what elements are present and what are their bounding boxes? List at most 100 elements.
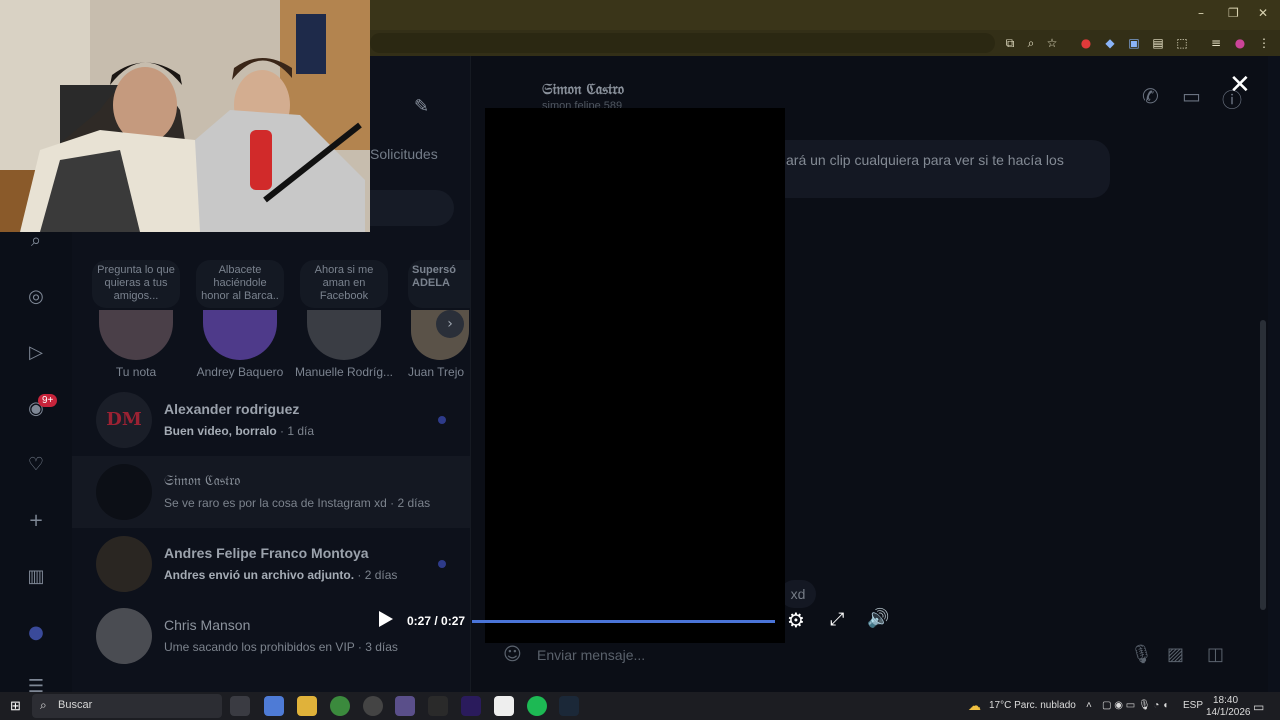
taskbar-search[interactable]: ⌕ Buscar [32, 694, 222, 718]
steam-icon[interactable] [559, 696, 579, 716]
weather-icon: ☁ [968, 698, 981, 713]
search-icon[interactable]: ⌕ [24, 230, 48, 254]
conversation-item[interactable]: 𝔖𝔦𝔪𝔬𝔫 ℭ𝔞𝔰𝔱𝔯𝔬 Se ve raro es por la cosa d… [72, 456, 470, 528]
video-call-icon[interactable]: ▭ [1182, 84, 1201, 108]
preview-text: Buen video, borralo [164, 424, 277, 438]
message-bubble: ará un clip cualquiera para ver si te ha… [760, 140, 1110, 198]
minimize-button[interactable]: – [1198, 6, 1204, 20]
note-text: Pregunta lo que quieras a tus amigos... [92, 260, 180, 308]
sticker-icon[interactable]: ◫ [1207, 644, 1224, 665]
plus-icon[interactable]: + [24, 510, 48, 534]
screen: – ❐ ✕ ⧉ ⌕ ☆ ● ◆ ▣ ▤ ⬚ ≡ ● ⋮ ⌕ ◎ ▷ ◉ ♡ + … [0, 0, 1280, 720]
webcam-overlay [0, 0, 370, 232]
obs-icon[interactable] [363, 696, 383, 716]
tray-icons[interactable]: ▢ ◉ ▭ 🎙 ◔ ◖ [1102, 700, 1168, 711]
preview-time: · 3 días [357, 640, 398, 654]
weather-text[interactable]: 17°C Parc. nublado [989, 700, 1076, 711]
story-name: Manuelle Rodríg... [294, 365, 394, 379]
note-bubble[interactable]: Pregunta lo que quieras a tus amigos... [92, 260, 180, 310]
note-text: Ahora si me aman en Facebook [300, 260, 388, 308]
settings-gear-icon[interactable]: ⚙ [787, 608, 805, 632]
copilot-icon[interactable] [264, 696, 284, 716]
fullscreen-icon[interactable]: ⤢ [830, 609, 844, 630]
note-bubble[interactable]: Supersó ADELA [408, 260, 470, 310]
language-indicator[interactable]: ESP [1183, 700, 1203, 711]
emoji-icon[interactable]: ☺ [503, 644, 522, 665]
note-text: Supersó ADELA [408, 260, 470, 308]
profile-avatar[interactable]: ● [24, 622, 48, 646]
extension-icon[interactable]: ◆ [1102, 35, 1118, 51]
reels-icon[interactable]: ▷ [24, 342, 48, 366]
chevron-right-icon[interactable]: › [436, 310, 464, 338]
webcam-image [0, 0, 370, 232]
chrome-icon[interactable] [330, 696, 350, 716]
compose-icon[interactable]: ✎ [414, 96, 429, 117]
avatar [96, 464, 152, 520]
message-input[interactable]: Enviar mensaje... [537, 647, 645, 663]
unread-dot [438, 560, 446, 568]
conversation-name: 𝔖𝔦𝔪𝔬𝔫 ℭ𝔞𝔰𝔱𝔯𝔬 [164, 473, 241, 489]
play-icon[interactable] [379, 611, 393, 627]
puzzle-icon[interactable]: ⬚ [1174, 35, 1190, 51]
tab-requests[interactable]: Solicitudes [370, 146, 438, 162]
profile-icon[interactable]: ● [1232, 35, 1248, 51]
windows-start-icon[interactable]: ⊞ [10, 698, 21, 714]
search-input[interactable] [370, 190, 454, 226]
heart-icon[interactable]: ♡ [24, 454, 48, 478]
conversation-name: Andres Felipe Franco Montoya [164, 545, 369, 561]
tray-chevron-icon[interactable]: ˄ [1086, 700, 1092, 711]
notion-icon[interactable] [494, 696, 514, 716]
avatar [96, 536, 152, 592]
menu-icon[interactable]: ⋮ [1256, 35, 1272, 51]
video-controls: 0:27 / 0:27 ⚙ ⤢ 🔊 [367, 603, 907, 641]
task-view-icon[interactable] [230, 696, 250, 716]
extension-icon[interactable]: ▤ [1150, 35, 1166, 51]
avatar: DM [96, 392, 152, 448]
scrollbar[interactable] [1260, 320, 1266, 610]
avatar [96, 608, 152, 664]
premiere-icon[interactable] [461, 696, 481, 716]
clock-time[interactable]: 18:40 [1213, 695, 1238, 706]
conversation-item[interactable]: Andres Felipe Franco Montoya Andres envi… [72, 528, 470, 600]
address-bar[interactable] [370, 33, 995, 53]
star-icon[interactable]: ☆ [1044, 35, 1060, 51]
preview-time: · 1 día [280, 424, 315, 438]
preview-text: Se ve raro es por la cosa de Instagram x… [164, 496, 387, 510]
explore-icon[interactable]: ◎ [24, 286, 48, 310]
image-icon[interactable]: ▨ [1167, 644, 1184, 665]
note-bubble[interactable]: Albacete haciéndole honor al Barca.. [196, 260, 284, 310]
video-progress-bar[interactable] [472, 620, 775, 623]
phone-icon[interactable]: ✆ [1142, 84, 1159, 108]
spotify-icon[interactable] [527, 696, 547, 716]
playlist-icon[interactable]: ≡ [1208, 35, 1224, 51]
note-bubble[interactable]: Ahora si me aman en Facebook [300, 260, 388, 310]
note-text: Albacete haciéndole honor al Barca.. [196, 260, 284, 308]
dashboard-icon[interactable]: ▥ [24, 566, 48, 590]
discord-icon[interactable] [395, 696, 415, 716]
chat-contact-name[interactable]: 𝔖𝔦𝔪𝔬𝔫 ℭ𝔞𝔰𝔱𝔯𝔬 [542, 80, 624, 98]
translate-icon[interactable]: ▣ [1126, 35, 1142, 51]
restore-button[interactable]: ❐ [1228, 6, 1239, 20]
story-name: Juan Trejo [408, 365, 465, 379]
zoom-icon[interactable]: ⌕ [1023, 35, 1039, 51]
conversation-preview: Buen video, borralo · 1 día [164, 424, 314, 438]
notifications-badge: 9+ [38, 394, 58, 407]
preview-text: Andres envió un archivo adjunto. [164, 568, 355, 582]
file-explorer-icon[interactable] [297, 696, 317, 716]
adblock-icon[interactable]: ● [1078, 35, 1094, 51]
conversation-item[interactable]: DM Alexander rodriguez Buen video, borra… [72, 384, 470, 456]
clock-date[interactable]: 14/1/2026 [1206, 707, 1251, 718]
conversation-preview: Se ve raro es por la cosa de Instagram x… [164, 496, 430, 510]
conversation-name: Chris Manson [164, 617, 251, 633]
notifications-icon[interactable]: ▭ [1253, 700, 1264, 714]
microphone-icon[interactable]: 🎙 [1130, 644, 1153, 665]
conversation-name: Alexander rodriguez [164, 401, 300, 417]
video-player[interactable] [485, 108, 785, 643]
volume-icon[interactable]: 🔊 [867, 608, 889, 629]
close-icon[interactable]: ✕ [1229, 70, 1251, 100]
close-window-button[interactable]: ✕ [1258, 6, 1268, 20]
search-icon: ⌕ [40, 698, 47, 712]
epic-games-icon[interactable] [428, 696, 448, 716]
preview-text: Ume sacando los prohibidos en VIP [164, 640, 355, 654]
install-icon[interactable]: ⧉ [1002, 35, 1018, 51]
